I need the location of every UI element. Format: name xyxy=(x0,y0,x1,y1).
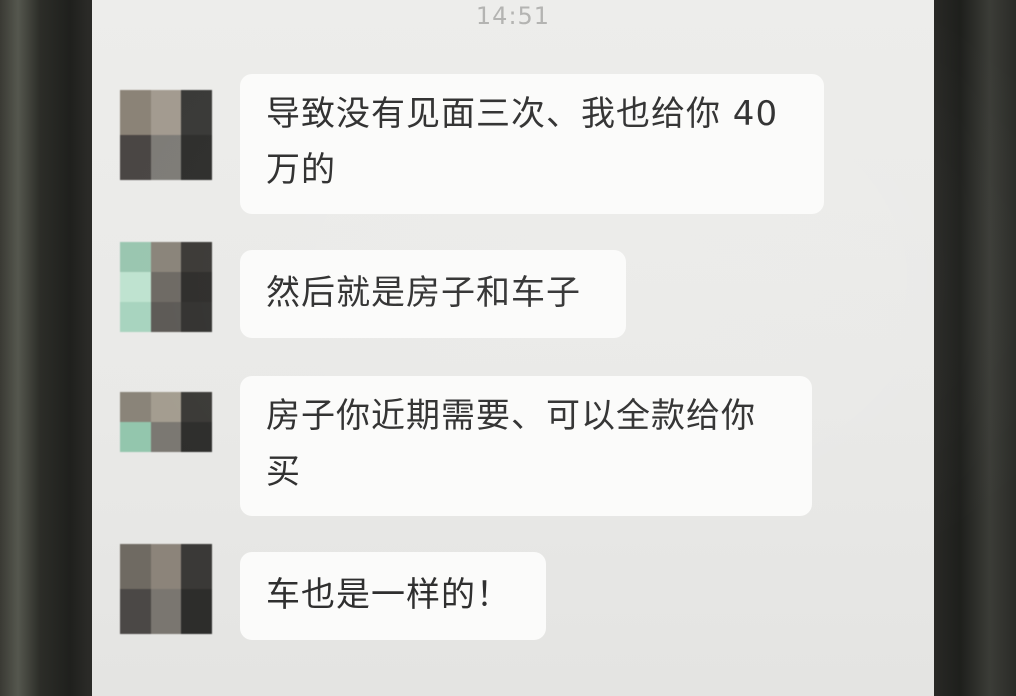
phone-frame-edge xyxy=(930,0,1016,696)
message-text: 然后就是房子和车子 xyxy=(266,273,581,313)
message-text: 房子你近期需要、可以全款给你 买 xyxy=(266,396,756,492)
avatar[interactable] xyxy=(120,544,212,634)
message-bubble[interactable]: 然后就是房子和车子 xyxy=(240,250,626,338)
message-bubble[interactable]: 房子你近期需要、可以全款给你 买 xyxy=(240,376,812,516)
message-text: 车也是一样的！ xyxy=(266,575,511,615)
message-bubble[interactable]: 导致没有见面三次、我也给你 40 万的 xyxy=(240,74,824,214)
avatar[interactable] xyxy=(120,242,212,332)
phone-frame: 14:51 导致没有见面三次、我也给你 40 万的 然后就是房子和车子 房子你近… xyxy=(0,0,1016,696)
avatar[interactable] xyxy=(120,90,212,180)
avatar[interactable] xyxy=(120,392,212,452)
message-text: 导致没有见面三次、我也给你 40 万的 xyxy=(266,94,779,190)
message-bubble[interactable]: 车也是一样的！ xyxy=(240,552,546,640)
chat-timestamp: 14:51 xyxy=(475,2,551,30)
chat-screen[interactable]: 14:51 导致没有见面三次、我也给你 40 万的 然后就是房子和车子 房子你近… xyxy=(92,0,934,696)
